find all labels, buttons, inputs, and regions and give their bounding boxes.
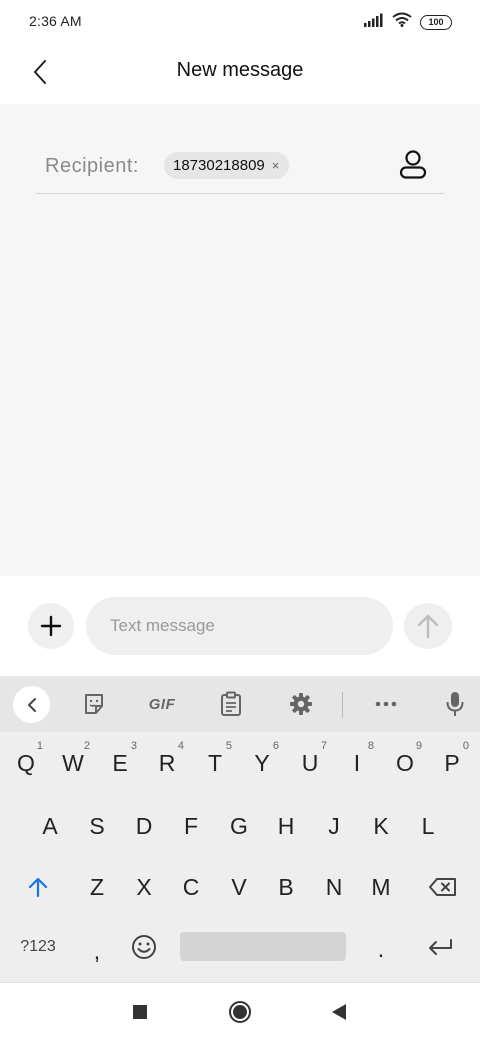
key-w[interactable]: W2 xyxy=(50,738,96,788)
key-i[interactable]: I8 xyxy=(334,738,380,788)
nav-back-button[interactable] xyxy=(324,997,354,1027)
clipboard-button[interactable] xyxy=(213,686,249,722)
key-g[interactable]: G xyxy=(216,801,262,851)
toolbar-divider xyxy=(342,692,343,718)
toolbar-collapse-button[interactable] xyxy=(13,686,50,723)
attach-button[interactable] xyxy=(28,603,74,649)
circle-icon xyxy=(229,1001,251,1023)
triangle-back-icon xyxy=(332,1004,346,1020)
key-x[interactable]: X xyxy=(121,862,167,912)
key-s[interactable]: S xyxy=(74,801,120,851)
key-e[interactable]: E3 xyxy=(97,738,143,788)
key-j[interactable]: J xyxy=(311,801,357,851)
more-options-button[interactable] xyxy=(368,686,404,722)
plus-icon xyxy=(40,615,62,637)
wifi-icon xyxy=(392,12,412,32)
keyboard: GIF Q 1 W 2 E 3 R 4 T 5 Y 6 U 7 I 8 O 9 … xyxy=(0,676,480,982)
key-f[interactable]: F xyxy=(168,801,214,851)
gear-icon xyxy=(290,693,312,715)
key-u[interactable]: U7 xyxy=(287,738,333,788)
key-r[interactable]: R4 xyxy=(144,738,190,788)
recipient-chip-number: 18730218809 xyxy=(173,157,265,174)
compose-bar xyxy=(0,576,480,676)
person-icon xyxy=(399,150,427,179)
space-bar[interactable] xyxy=(180,932,346,961)
key-z[interactable]: Z xyxy=(74,862,120,912)
key-l[interactable]: L xyxy=(405,801,451,851)
comma-key[interactable]: , xyxy=(74,926,120,976)
gif-label: GIF xyxy=(148,695,176,713)
app-header: New message xyxy=(0,42,480,104)
key-y[interactable]: Y6 xyxy=(239,738,285,788)
contact-picker-button[interactable] xyxy=(396,148,430,182)
key-q[interactable]: Q1 xyxy=(3,738,49,788)
chevron-left-icon xyxy=(27,697,36,712)
key-h[interactable]: H xyxy=(263,801,309,851)
recipient-row: Recipient: 18730218809 × xyxy=(36,148,444,194)
send-button[interactable] xyxy=(404,603,452,649)
key-t[interactable]: T5 xyxy=(192,738,238,788)
recipient-chip[interactable]: 18730218809 × xyxy=(164,152,290,179)
clipboard-icon xyxy=(221,691,241,716)
backspace-icon xyxy=(429,878,456,896)
recipient-label: Recipient: xyxy=(45,155,139,177)
key-v[interactable]: V xyxy=(216,862,262,912)
emoji-key[interactable] xyxy=(121,922,167,972)
gif-button[interactable]: GIF xyxy=(143,686,181,722)
key-a[interactable]: A xyxy=(27,801,73,851)
shift-key[interactable] xyxy=(15,862,61,912)
key-o[interactable]: O9 xyxy=(382,738,428,788)
remove-recipient-button[interactable]: × xyxy=(272,158,280,173)
microphone-icon xyxy=(446,692,464,716)
enter-key[interactable] xyxy=(417,922,463,972)
shift-icon xyxy=(28,877,48,898)
enter-icon xyxy=(429,939,452,955)
voice-input-button[interactable] xyxy=(437,686,473,722)
navigation-bar xyxy=(0,982,480,1040)
key-m[interactable]: M xyxy=(358,862,404,912)
key-n[interactable]: N xyxy=(311,862,357,912)
sticker-icon xyxy=(85,694,103,714)
home-button[interactable] xyxy=(225,997,255,1027)
status-icons: 100 xyxy=(364,12,452,32)
backspace-key[interactable] xyxy=(418,862,468,912)
recents-button[interactable] xyxy=(125,997,155,1027)
message-content-area: Recipient: 18730218809 × xyxy=(0,104,480,576)
battery-icon: 100 xyxy=(420,14,452,30)
key-d[interactable]: D xyxy=(121,801,167,851)
sticker-button[interactable] xyxy=(76,686,112,722)
period-key[interactable]: . xyxy=(358,924,404,974)
status-time: 2:36 AM xyxy=(29,13,82,29)
signal-icon xyxy=(364,13,384,32)
more-horizontal-icon xyxy=(375,701,397,707)
keyboard-toolbar: GIF xyxy=(0,676,480,732)
symbols-key[interactable]: ?123 xyxy=(14,922,62,972)
emoji-icon xyxy=(132,935,156,959)
key-b[interactable]: B xyxy=(263,862,309,912)
key-p[interactable]: P0 xyxy=(429,738,475,788)
page-title: New message xyxy=(176,59,304,81)
key-c[interactable]: C xyxy=(168,862,214,912)
settings-button[interactable] xyxy=(283,686,319,722)
status-bar: 2:36 AM 100 xyxy=(0,0,480,42)
arrow-up-icon xyxy=(417,614,439,639)
square-icon xyxy=(133,1005,147,1019)
message-input[interactable] xyxy=(86,597,393,655)
key-k[interactable]: K xyxy=(358,801,404,851)
